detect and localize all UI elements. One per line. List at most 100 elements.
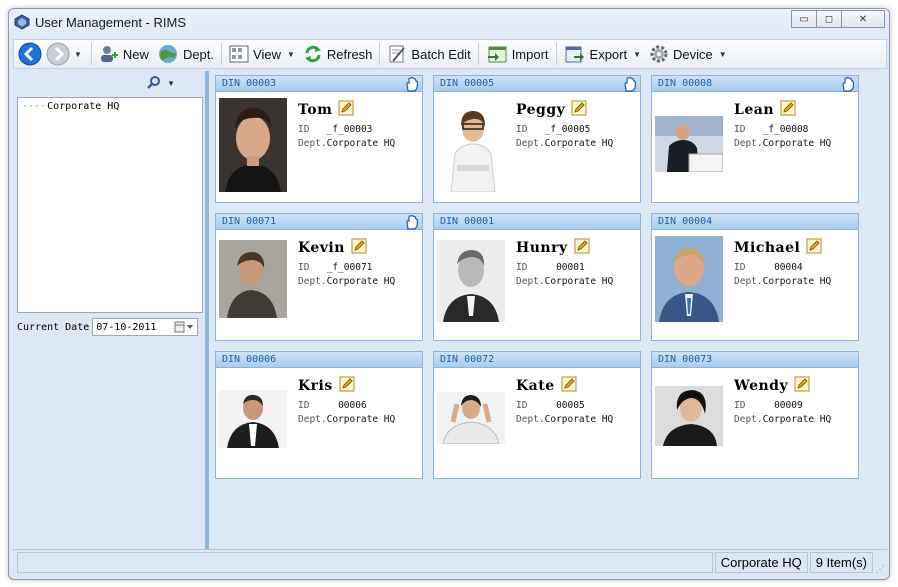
user-photo <box>655 116 723 172</box>
forward-button[interactable] <box>46 42 70 66</box>
user-id-field: ID 00004 <box>734 262 803 273</box>
app-icon <box>14 14 30 30</box>
user-name-text: Kate <box>516 378 555 394</box>
edit-pencil-icon[interactable] <box>339 376 355 392</box>
user-cards-area: DIN 00003 Tom ID _f_00003 Dept.Corporate… <box>209 71 887 549</box>
user-name: Peggy <box>516 100 587 118</box>
user-id-field: ID 00005 <box>516 400 585 411</box>
user-id-value: _f_00005 <box>544 124 591 135</box>
user-dept-field: Dept.Corporate HQ <box>516 138 613 149</box>
user-id-field: ID _f_00008 <box>734 124 808 135</box>
import-button[interactable]: Import <box>482 41 553 67</box>
view-dropdown-icon: ▼ <box>286 49 295 59</box>
id-label: ID <box>734 262 746 273</box>
close-icon: ✕ <box>858 13 868 25</box>
edit-pencil-icon[interactable] <box>351 238 367 254</box>
history-dropdown-icon[interactable]: ▼ <box>74 50 82 59</box>
user-card-kate[interactable]: DIN 00072 Kate ID 00005 Dept.Corporate H… <box>433 351 641 479</box>
user-card-lean[interactable]: DIN 00008 Lean ID _f_00008 Dept.Corporat… <box>651 75 859 203</box>
edit-pencil-icon[interactable] <box>338 100 354 116</box>
user-card-tom[interactable]: DIN 00003 Tom ID _f_00003 Dept.Corporate… <box>215 75 423 203</box>
user-management-window: User Management - RIMS ▭ ◻ ✕ ▼ New Dept.… <box>8 8 890 580</box>
edit-pencil-icon[interactable] <box>794 376 810 392</box>
user-name-text: Wendy <box>734 378 789 394</box>
batch-edit-button[interactable]: Batch Edit <box>383 41 474 67</box>
user-dept-value: Corporate HQ <box>762 414 832 425</box>
search-icon[interactable] <box>147 76 161 90</box>
toolbar-separator <box>477 43 479 65</box>
calendar-dropdown-icon[interactable] <box>174 321 194 333</box>
fingerprint-hand-icon <box>842 76 855 92</box>
user-card-wendy[interactable]: DIN 00073 Wendy ID 00009 Dept.Corporate … <box>651 351 859 479</box>
device-button[interactable]: Device ▼ <box>645 41 731 67</box>
refresh-button[interactable]: Refresh <box>299 41 377 67</box>
status-department: Corporate HQ <box>714 552 808 573</box>
edit-pencil-icon[interactable] <box>561 376 577 392</box>
dept-button[interactable]: Dept. <box>153 41 218 67</box>
maximize-icon: ◻ <box>824 13 834 25</box>
user-dept-field: Dept.Corporate HQ <box>298 414 395 425</box>
user-card-kris[interactable]: DIN 00006 Kris ID 00006 Dept.Corporate H… <box>215 351 423 479</box>
user-card-kevin[interactable]: DIN 00071 Kevin ID _f_00071 Dept.Corpora… <box>215 213 423 341</box>
title-bar[interactable]: User Management - RIMS ▭ ◻ ✕ <box>9 9 889 37</box>
user-card-peggy[interactable]: DIN 00005 Peggy ID _f_00005 Dept.Corpora… <box>433 75 641 203</box>
user-id-value: _f_00071 <box>326 262 373 273</box>
user-name-text: Tom <box>298 102 333 118</box>
user-dept-value: Corporate HQ <box>326 414 396 425</box>
user-photo <box>655 236 723 322</box>
new-button[interactable]: New <box>95 41 153 67</box>
new-label: New <box>122 46 149 62</box>
user-name-text: Michael <box>734 240 801 256</box>
user-card-michael[interactable]: DIN 00004 Michael ID 00004 Dept.Corporat… <box>651 213 859 341</box>
export-button[interactable]: Export ▼ <box>560 41 646 67</box>
user-id-field: ID 00006 <box>298 400 367 411</box>
edit-pencil-icon[interactable] <box>806 238 822 254</box>
fingerprint-hand-icon <box>624 76 637 92</box>
card-header: DIN 00008 <box>652 76 858 92</box>
status-bar: Corporate HQ 9 Item(s) ⋰ <box>13 549 887 575</box>
minimize-button[interactable]: ▭ <box>791 10 817 28</box>
maximize-button[interactable]: ◻ <box>816 10 842 28</box>
id-label: ID <box>734 124 746 135</box>
edit-pencil-icon[interactable] <box>574 238 590 254</box>
user-name: Wendy <box>734 376 810 394</box>
user-photo <box>437 240 505 322</box>
toolbar-separator <box>90 43 92 65</box>
import-label: Import <box>511 46 549 62</box>
export-dropdown-icon: ▼ <box>633 49 642 59</box>
search-dropdown-icon[interactable]: ▼ <box>167 79 175 88</box>
user-id-value: _f_00008 <box>762 124 809 135</box>
view-label: View <box>253 46 281 62</box>
dept-label: Dept. <box>516 414 545 425</box>
tree-item-corporate-hq[interactable]: ···· Corporate HQ <box>22 101 198 112</box>
user-id-value: 00004 <box>774 262 803 273</box>
user-card-hunry[interactable]: DIN 00001 Hunry ID 00001 Dept.Corporate … <box>433 213 641 341</box>
user-name: Hunry <box>516 238 590 256</box>
batch-edit-icon <box>389 45 406 63</box>
close-button[interactable]: ✕ <box>841 10 885 28</box>
user-name-text: Kris <box>298 378 333 394</box>
minimize-icon: ▭ <box>799 13 809 25</box>
user-dept-field: Dept.Corporate HQ <box>516 414 613 425</box>
user-id-field: ID _f_00003 <box>298 124 372 135</box>
user-dept-field: Dept.Corporate HQ <box>516 276 613 287</box>
card-header: DIN 00003 <box>216 76 422 92</box>
dept-label: Dept. <box>298 138 327 149</box>
user-name: Kate <box>516 376 577 394</box>
user-name: Michael <box>734 238 822 256</box>
dept-label: Dept. <box>516 276 545 287</box>
current-date-picker[interactable]: 07-10-2011 <box>92 318 199 336</box>
toolbar-separator <box>555 43 557 65</box>
batch-edit-label: Batch Edit <box>411 46 471 62</box>
user-name: Kevin <box>298 238 367 256</box>
view-button[interactable]: View ▼ <box>225 41 299 67</box>
resize-grip-icon[interactable]: ⋰ <box>873 550 887 575</box>
device-dropdown-icon: ▼ <box>718 49 727 59</box>
card-din: DIN 00006 <box>222 354 277 365</box>
edit-pencil-icon[interactable] <box>780 100 796 116</box>
user-name-text: Peggy <box>516 102 566 118</box>
user-name: Tom <box>298 100 354 118</box>
current-date-value: 07-10-2011 <box>96 321 157 333</box>
back-button[interactable] <box>18 42 42 66</box>
edit-pencil-icon[interactable] <box>571 100 587 116</box>
